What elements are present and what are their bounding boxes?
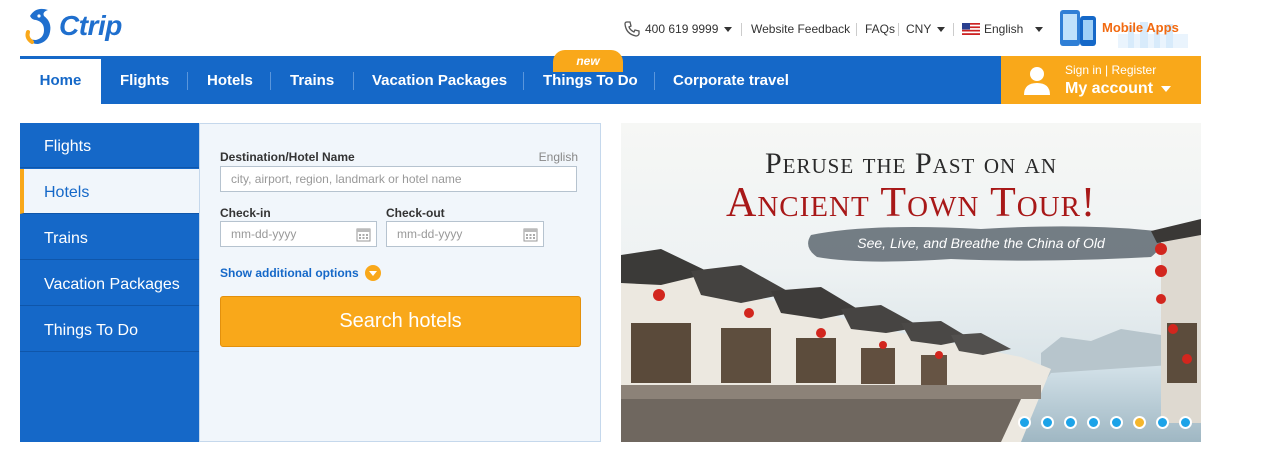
carousel-dot[interactable] <box>1041 416 1054 429</box>
carousel-dot[interactable] <box>1133 416 1146 429</box>
user-avatar-icon <box>1024 67 1050 95</box>
mobile-apps-label: Mobile Apps <box>1102 20 1179 35</box>
nav-item-flights[interactable]: Flights <box>120 56 169 104</box>
carousel-dot[interactable] <box>1110 416 1123 429</box>
divider <box>856 23 857 36</box>
divider <box>523 72 524 90</box>
separator: | <box>1105 63 1109 77</box>
nav-item-vacation-packages[interactable]: Vacation Packages <box>372 56 507 104</box>
feedback-link[interactable]: Website Feedback <box>751 18 850 40</box>
dolphin-logo-icon <box>25 8 51 44</box>
tab-flights[interactable]: Flights <box>20 123 199 168</box>
phone-icon <box>624 21 640 37</box>
carousel-dot[interactable] <box>1064 416 1077 429</box>
expand-down-icon <box>364 265 381 281</box>
banner-headline-line2: Ancient Town Tour! <box>726 180 1096 226</box>
feedback-label: Website Feedback <box>751 22 851 36</box>
main-nav: Home Flights Hotels Trains Vacation Pack… <box>0 56 1270 104</box>
divider <box>654 72 655 90</box>
faqs-link[interactable]: FAQs <box>865 18 895 40</box>
calendar-icon[interactable] <box>356 227 371 242</box>
checkout-label: Check-out <box>386 206 445 220</box>
carousel-dot[interactable] <box>1087 416 1100 429</box>
mobile-apps-link[interactable]: Mobile Apps <box>1058 8 1188 48</box>
phone-selector[interactable]: 400 619 9999 <box>624 18 733 40</box>
checkin-placeholder: mm-dd-yyyy <box>231 227 297 241</box>
chevron-down-icon <box>1161 85 1172 92</box>
checkout-placeholder: mm-dd-yyyy <box>397 227 463 241</box>
language-selector[interactable]: English <box>962 18 1044 40</box>
chevron-down-icon <box>937 26 946 32</box>
tab-trains[interactable]: Trains <box>20 215 199 260</box>
my-account-label-row: My account <box>1065 80 1172 98</box>
search-hotels-button[interactable]: Search hotels <box>220 296 581 347</box>
tab-things-to-do[interactable]: Things To Do <box>20 307 199 352</box>
promo-banner[interactable]: Peruse the Past on an Ancient Town Tour!… <box>621 123 1201 442</box>
banner-subtitle: See, Live, and Breathe the China of Old <box>857 235 1105 251</box>
calendar-icon[interactable] <box>523 227 538 242</box>
divider <box>353 72 354 90</box>
divider <box>741 23 742 36</box>
search-panel: Flights Hotels Trains Vacation Packages … <box>20 123 601 442</box>
my-account-label: My account <box>1065 80 1154 97</box>
show-additional-options-label: Show additional options <box>220 266 359 280</box>
checkin-date-input[interactable]: mm-dd-yyyy <box>220 221 377 247</box>
new-badge: new <box>553 50 623 72</box>
register-link[interactable]: Register <box>1112 63 1157 77</box>
divider <box>270 72 271 90</box>
checkout-date-input[interactable]: mm-dd-yyyy <box>386 221 544 247</box>
sign-in-link[interactable]: Sign in <box>1065 63 1102 77</box>
search-tabs: Flights Hotels Trains Vacation Packages … <box>20 123 199 442</box>
destination-label: Destination/Hotel Name <box>220 150 355 164</box>
destination-input[interactable]: city, airport, region, landmark or hotel… <box>220 166 577 192</box>
banner-headline-line1: Peruse the Past on an <box>764 147 1058 180</box>
carousel-dot[interactable] <box>1156 416 1169 429</box>
top-bar: Ctrip 400 619 9999 Website Feedback FAQs… <box>0 0 1270 56</box>
divider <box>187 72 188 90</box>
carousel-dots <box>1018 416 1201 429</box>
nav-item-hotels[interactable]: Hotels <box>207 56 253 104</box>
nav-item-home[interactable]: Home <box>20 56 101 104</box>
chevron-down-icon <box>1035 26 1044 32</box>
account-links: Sign in | Register <box>1065 63 1156 77</box>
chevron-down-icon <box>724 26 733 32</box>
tab-vacation-packages[interactable]: Vacation Packages <box>20 261 199 306</box>
faqs-label: FAQs <box>865 22 896 36</box>
brand-name: Ctrip <box>59 10 122 41</box>
carousel-dot[interactable] <box>1179 416 1192 429</box>
divider <box>953 23 954 36</box>
currency-selector[interactable]: CNY <box>906 18 946 40</box>
hotel-search-form: Destination/Hotel Name English city, air… <box>199 123 601 442</box>
checkin-label: Check-in <box>220 206 271 220</box>
language-hint: English <box>538 150 578 164</box>
nav-item-trains[interactable]: Trains <box>290 56 334 104</box>
currency-label: CNY <box>906 22 932 36</box>
nav-item-corporate-travel[interactable]: Corporate travel <box>673 56 789 104</box>
us-flag-icon <box>962 23 980 35</box>
phone-number: 400 619 9999 <box>645 22 719 36</box>
carousel-dot[interactable] <box>1018 416 1031 429</box>
language-label: English <box>984 22 1024 36</box>
ctrip-logo[interactable]: Ctrip <box>22 4 122 48</box>
tab-hotels[interactable]: Hotels <box>20 169 199 214</box>
divider <box>898 23 899 36</box>
my-account-menu[interactable]: Sign in | Register My account <box>1001 56 1201 104</box>
show-additional-options-link[interactable]: Show additional options <box>220 265 381 281</box>
